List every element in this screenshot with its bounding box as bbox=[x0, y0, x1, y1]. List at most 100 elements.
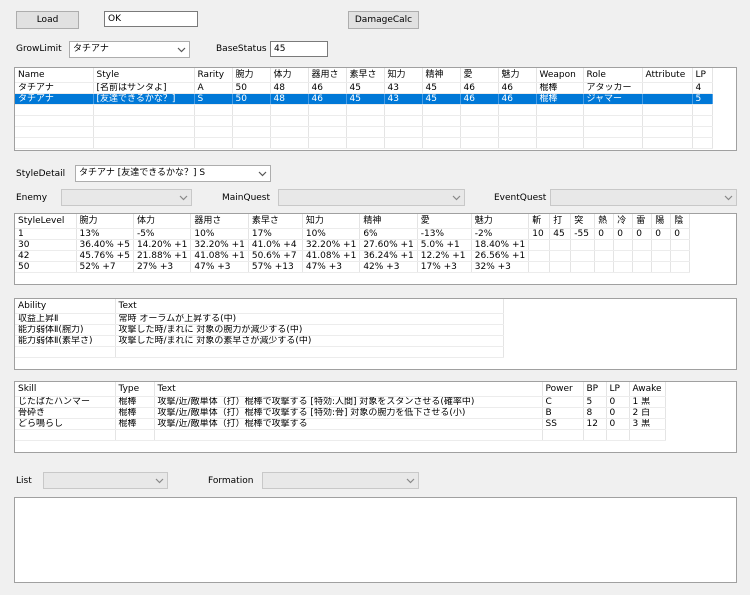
mainquest-select[interactable] bbox=[278, 189, 465, 206]
ability-table[interactable]: Ability Text 収益上昇Ⅱ 常時 オーラムが上昇する(中) 能力弱体Ⅱ(腕力)… bbox=[14, 298, 737, 370]
formation-list-area[interactable] bbox=[14, 497, 737, 583]
column-header[interactable]: 素早さ bbox=[346, 68, 385, 83]
table-row[interactable]: 1 13% -5% 10% 17% 10% 6% -13% -2% 10 45 -55 0 0 0 0 0 bbox=[15, 228, 691, 240]
style-level-table[interactable]: StyleLevel 腕力 体力 器用さ 素早さ 知力 精神愛魅力斬打突熱冷雷陽陰 1 13% -… bbox=[14, 213, 737, 285]
skill-table[interactable]: Skill Type Text Power BP LP Awake じたばたハンマー 棍棒 攻撃/… bbox=[14, 381, 737, 453]
table-cell: 45 bbox=[346, 93, 385, 105]
column-header[interactable]: Attribute bbox=[642, 68, 693, 83]
table-cell: 0 bbox=[606, 396, 630, 408]
table-cell: 32.20% +1 bbox=[302, 239, 361, 251]
damagecalc-button[interactable]: DamageCalc bbox=[348, 11, 419, 29]
column-header[interactable]: Ability bbox=[15, 299, 116, 314]
table-cell: 10% bbox=[190, 228, 249, 240]
table-cell bbox=[570, 239, 596, 251]
styles-grid: Name Style Rarity 腕力 体力 器用さ 素早さ 知力 精神愛魅力 Weapon Ro… bbox=[15, 68, 713, 149]
table-cell: 36.24% +1 bbox=[359, 250, 418, 262]
table-row[interactable]: 30 36.40% +5 14.20% +1 32.20% +1 41.0% +4 32.… bbox=[15, 239, 691, 251]
column-header[interactable]: 魅力 bbox=[498, 68, 537, 83]
table-cell bbox=[549, 250, 572, 262]
column-header[interactable]: 陽 bbox=[651, 214, 672, 229]
table-cell: 0 bbox=[606, 418, 630, 430]
table-row[interactable]: 42 45.76% +5 21.88% +1 41.08% +1 50.6% +7 41.… bbox=[15, 250, 691, 262]
column-header[interactable]: Text bbox=[154, 382, 543, 397]
table-cell: 41.08% +1 bbox=[190, 250, 249, 262]
column-header[interactable]: 愛 bbox=[460, 68, 499, 83]
table-cell bbox=[670, 239, 691, 251]
column-header[interactable]: 知力 bbox=[302, 214, 361, 229]
table-row[interactable]: 能力弱体Ⅱ(素早さ) 攻撃した時/まれに 対象の素早さが減少する(中) bbox=[15, 335, 504, 347]
status-field[interactable]: OK bbox=[104, 11, 198, 27]
load-button[interactable]: Load bbox=[16, 11, 79, 29]
styles-table[interactable]: Name Style Rarity 腕力 体力 器用さ 素早さ 知力 精神愛魅力 Weapon Ro… bbox=[14, 67, 737, 151]
column-header[interactable]: 陰 bbox=[670, 214, 691, 229]
empty-row bbox=[15, 429, 666, 441]
empty-row bbox=[15, 346, 504, 358]
table-cell: 27.60% +1 bbox=[359, 239, 418, 251]
column-header[interactable]: 熱 bbox=[594, 214, 615, 229]
column-header[interactable]: 精神 bbox=[422, 68, 461, 83]
basestatus-input[interactable]: 45 bbox=[270, 41, 328, 57]
column-header[interactable]: Awake bbox=[629, 382, 666, 397]
table-cell: B bbox=[542, 407, 584, 419]
column-header[interactable]: LP bbox=[692, 68, 713, 83]
table-cell: 攻撃した時/まれに 対象の素早さが減少する(中) bbox=[115, 335, 504, 347]
enemy-label: Enemy bbox=[16, 193, 48, 203]
list-select[interactable] bbox=[43, 472, 168, 489]
column-header[interactable]: Rarity bbox=[194, 68, 233, 83]
table-cell: 0 bbox=[651, 228, 672, 240]
table-cell: 52% +7 bbox=[76, 261, 134, 273]
column-header[interactable]: Name bbox=[15, 68, 94, 83]
column-header[interactable]: Type bbox=[115, 382, 155, 397]
column-header[interactable]: 腕力 bbox=[76, 214, 134, 229]
table-cell: 攻撃した時/まれに 対象の腕力が減少する(中) bbox=[115, 324, 504, 336]
table-cell: 46 bbox=[460, 93, 499, 105]
column-header[interactable]: Role bbox=[583, 68, 643, 83]
table-row[interactable]: 収益上昇Ⅱ 常時 オーラムが上昇する(中) bbox=[15, 313, 504, 325]
table-cell: 42% +3 bbox=[359, 261, 418, 273]
table-cell bbox=[670, 250, 691, 262]
table-row[interactable]: タチアナ [名前はサンタよ] A 50 48 46 45 43 45 46 46 棍棒 アタッカー 4 bbox=[15, 82, 713, 94]
column-header[interactable]: StyleLevel bbox=[15, 214, 77, 229]
column-header[interactable]: 器用さ bbox=[190, 214, 249, 229]
table-cell: 47% +3 bbox=[302, 261, 361, 273]
column-header[interactable]: 精神 bbox=[359, 214, 418, 229]
column-header[interactable]: 斬 bbox=[528, 214, 551, 229]
column-header[interactable]: 体力 bbox=[133, 214, 192, 229]
column-header[interactable]: 腕力 bbox=[232, 68, 271, 83]
table-row[interactable]: 能力弱体Ⅱ(腕力) 攻撃した時/まれに 対象の腕力が減少する(中) bbox=[15, 324, 504, 336]
table-cell: 46 bbox=[498, 82, 537, 94]
table-cell: 棍棒 bbox=[115, 418, 155, 430]
column-header[interactable]: Skill bbox=[15, 382, 116, 397]
column-header[interactable]: Style bbox=[93, 68, 195, 83]
table-cell: 0 bbox=[613, 228, 634, 240]
table-row[interactable]: 骨砕き 棍棒 攻撃/近/敵単体（打）棍棒で攻撃する [特効:骨] 対象の腕力を低下さ… bbox=[15, 407, 666, 419]
table-row[interactable]: タチアナ [友達できるかな？] S 50 48 46 45 43 45 46 46 棍棒 ジャマー 5 bbox=[15, 93, 713, 105]
column-header[interactable]: 雷 bbox=[632, 214, 653, 229]
column-header[interactable]: 愛 bbox=[417, 214, 472, 229]
column-header[interactable]: 体力 bbox=[270, 68, 309, 83]
column-header[interactable]: BP bbox=[583, 382, 607, 397]
column-header[interactable]: Text bbox=[115, 299, 504, 314]
column-header[interactable]: 突 bbox=[570, 214, 596, 229]
growlimit-select[interactable]: タチアナ bbox=[69, 41, 190, 58]
column-header[interactable]: LP bbox=[606, 382, 630, 397]
column-header[interactable]: Weapon bbox=[536, 68, 584, 83]
table-cell: -13% bbox=[417, 228, 472, 240]
table-cell bbox=[651, 261, 672, 273]
eventquest-select[interactable] bbox=[550, 189, 737, 206]
enemy-select[interactable] bbox=[61, 189, 192, 206]
table-row[interactable]: 50 52% +7 27% +3 47% +3 57% +13 47% +3 42% +3 1… bbox=[15, 261, 691, 273]
table-row[interactable]: じたばたハンマー 棍棒 攻撃/近/敵単体（打）棍棒で攻撃する [特効:人間] 対象を… bbox=[15, 396, 666, 408]
table-cell: 41.0% +4 bbox=[248, 239, 303, 251]
column-header[interactable]: 器用さ bbox=[308, 68, 347, 83]
column-header[interactable]: 冷 bbox=[613, 214, 634, 229]
column-header[interactable]: 魅力 bbox=[471, 214, 530, 229]
table-row[interactable]: どら鳴らし 棍棒 攻撃/近/敵単体（打）棍棒で攻撃する SS 12 0 3 黒 bbox=[15, 418, 666, 430]
formation-select[interactable] bbox=[262, 472, 419, 489]
column-header[interactable]: 素早さ bbox=[248, 214, 303, 229]
column-header[interactable]: 打 bbox=[549, 214, 572, 229]
styledetail-select[interactable]: タチアナ [友達できるかな？] S bbox=[75, 165, 271, 182]
chevron-down-icon bbox=[406, 478, 415, 484]
column-header[interactable]: Power bbox=[542, 382, 584, 397]
column-header[interactable]: 知力 bbox=[384, 68, 423, 83]
